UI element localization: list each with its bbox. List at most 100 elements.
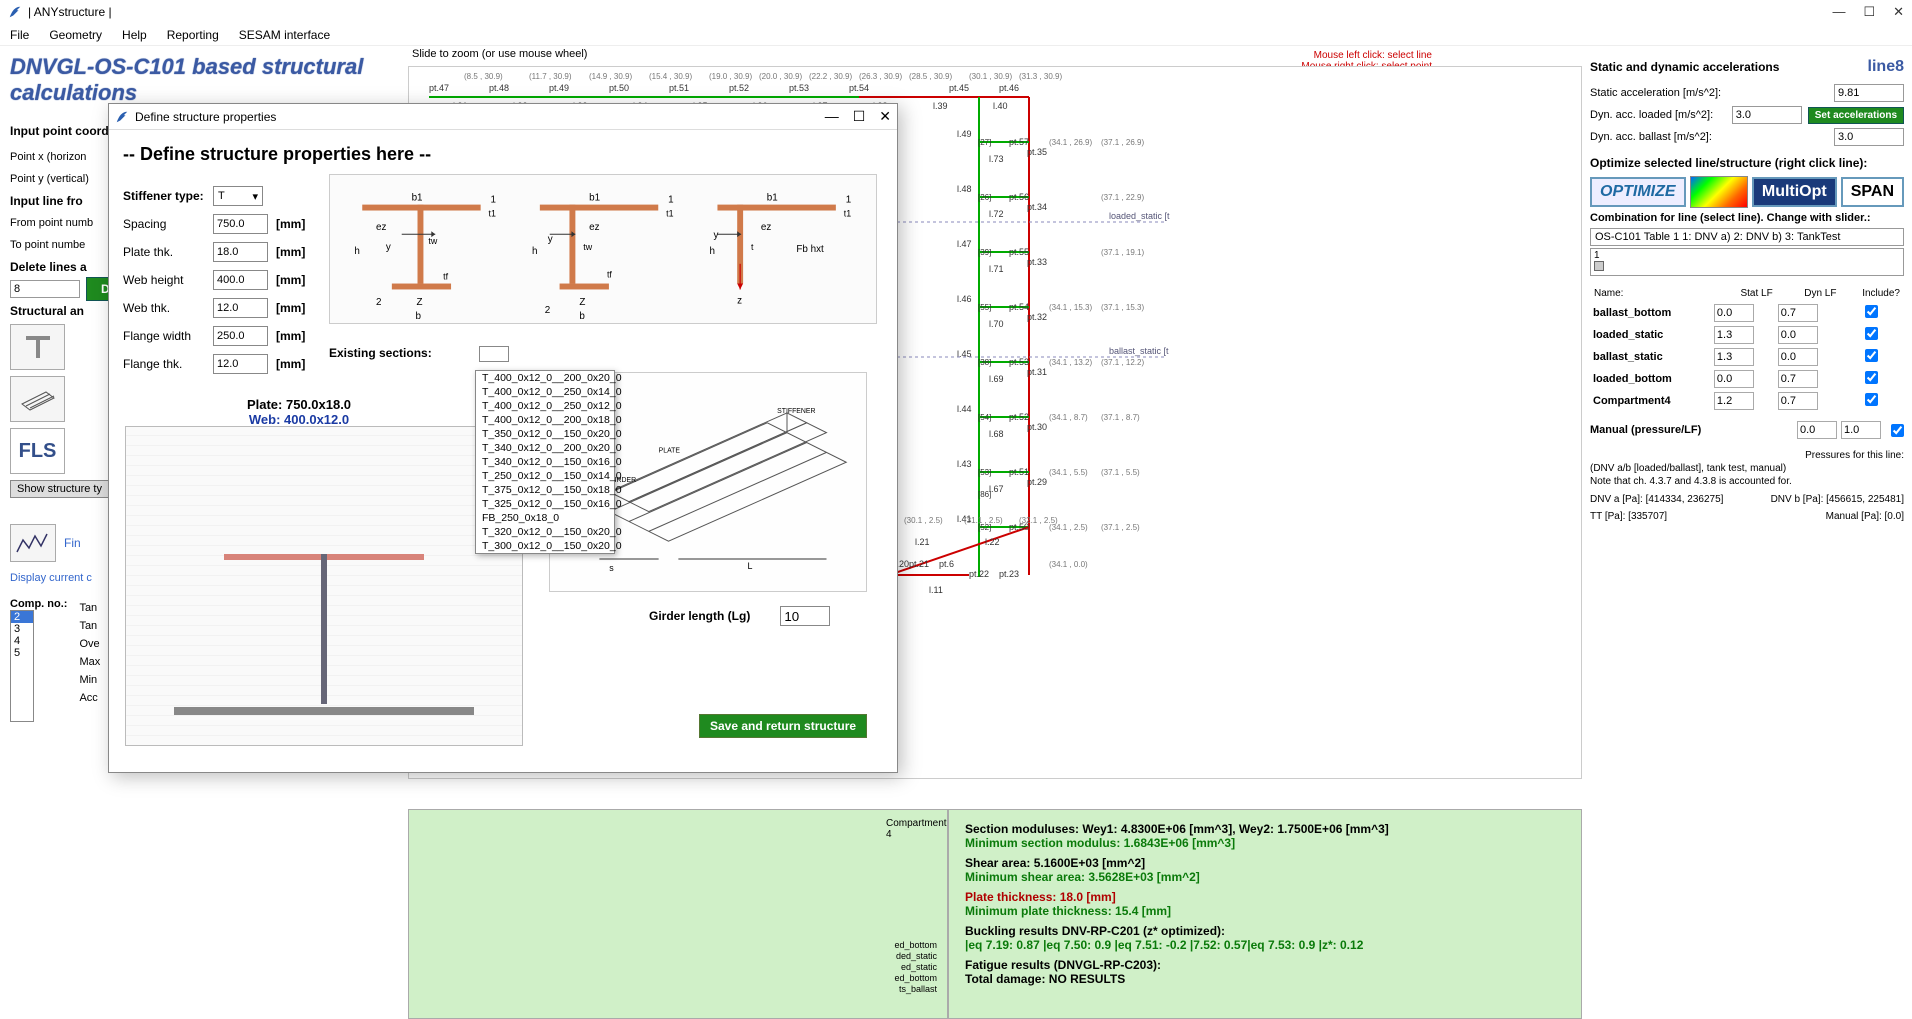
svg-text:y: y — [386, 242, 391, 253]
dialog-maximize-button[interactable]: ☐ — [853, 108, 866, 125]
spacing-input[interactable] — [213, 214, 268, 234]
svg-text:pt.6: pt.6 — [939, 559, 954, 569]
combo-include-cb[interactable] — [1865, 349, 1878, 362]
svg-text:l.69: l.69 — [989, 374, 1004, 384]
svg-text:L: L — [748, 561, 753, 571]
section-option[interactable]: T_400_0x12_0__200_0x20_0 — [476, 371, 614, 385]
combo-stat-input[interactable] — [1714, 304, 1754, 322]
section-option[interactable]: T_340_0x12_0__150_0x16_0 — [476, 455, 614, 469]
combo-dyn-input[interactable] — [1778, 326, 1818, 344]
combo-dyn-input[interactable] — [1778, 392, 1818, 410]
combo-dyn-input[interactable] — [1778, 348, 1818, 366]
combo-row: ballast_static — [1592, 347, 1902, 367]
menu-reporting[interactable]: Reporting — [167, 28, 219, 42]
maximize-button[interactable]: ☐ — [1863, 4, 1875, 20]
svg-text:pt.53: pt.53 — [1009, 357, 1029, 367]
svg-text:pt.48: pt.48 — [489, 83, 509, 93]
section-option[interactable]: T_400_0x12_0__250_0x12_0 — [476, 399, 614, 413]
dialog-minimize-button[interactable]: — — [825, 108, 839, 125]
svg-text:2: 2 — [376, 297, 381, 308]
combo-include-cb[interactable] — [1865, 305, 1878, 318]
save-return-button[interactable]: Save and return structure — [699, 714, 867, 738]
svg-text:l.22: l.22 — [985, 537, 1000, 547]
svg-text:(26.3 , 30.9): (26.3 , 30.9) — [859, 72, 902, 81]
svg-text:(34.1 , 8.7): (34.1 , 8.7) — [1049, 413, 1088, 422]
combo-include-cb[interactable] — [1865, 327, 1878, 340]
menu-file[interactable]: File — [10, 28, 29, 42]
combo-dyn-input[interactable] — [1778, 304, 1818, 322]
manual-stat-input[interactable] — [1797, 421, 1837, 439]
svg-text:(37.1 , 8.7): (37.1 , 8.7) — [1101, 413, 1140, 422]
combo-include-cb[interactable] — [1865, 393, 1878, 406]
existing-sections-select[interactable] — [479, 346, 509, 362]
section-option[interactable]: T_400_0x12_0__200_0x18_0 — [476, 413, 614, 427]
combo-slider-wrap[interactable]: 1 — [1590, 248, 1904, 276]
svg-text:l.44: l.44 — [957, 404, 972, 414]
close-button[interactable]: ✕ — [1893, 4, 1904, 20]
web-thk-input[interactable] — [213, 298, 268, 318]
section-option[interactable]: T_400_0x12_0__250_0x14_0 — [476, 385, 614, 399]
svg-text:1: 1 — [846, 195, 851, 206]
plate-icon-button[interactable] — [10, 376, 65, 422]
svg-text:l.47: l.47 — [957, 239, 972, 249]
combo-stat-input[interactable] — [1714, 348, 1754, 366]
section-option[interactable]: T_320_0x12_0__150_0x20_0 — [476, 525, 614, 539]
multiopt-button[interactable]: MultiOpt — [1752, 177, 1837, 207]
combo-include-cb[interactable] — [1865, 371, 1878, 384]
manual-include-cb[interactable] — [1891, 424, 1904, 437]
combo-stat-input[interactable] — [1714, 326, 1754, 344]
delete-line-input[interactable] — [10, 280, 80, 298]
combo-stat-input[interactable] — [1714, 392, 1754, 410]
existing-sections-dropdown[interactable]: T_400_0x12_0__200_0x20_0T_400_0x12_0__25… — [475, 370, 615, 554]
girder-length-input[interactable] — [780, 606, 830, 626]
section-option[interactable]: T_325_0x12_0__150_0x16_0 — [476, 497, 614, 511]
dyn-ballast-input[interactable] — [1834, 128, 1904, 146]
menu-sesam[interactable]: SESAM interface — [239, 28, 330, 42]
combo-row: loaded_static — [1592, 325, 1902, 345]
svg-text:pt.46: pt.46 — [999, 83, 1019, 93]
static-acc-input[interactable] — [1834, 84, 1904, 102]
set-acc-button[interactable]: Set accelerations — [1808, 107, 1904, 124]
svg-text:pt.22: pt.22 — [969, 569, 989, 579]
stiffener-type-select[interactable]: T▾ — [213, 186, 263, 206]
comp-listbox[interactable]: 2 3 4 5 — [10, 610, 34, 722]
fin-icon[interactable] — [10, 524, 56, 562]
section-option[interactable]: T_375_0x12_0__150_0x18_0 — [476, 483, 614, 497]
span-button[interactable]: SPAN — [1841, 177, 1904, 207]
app-banner: DNVGL-OS-C101 based structural calculati… — [10, 54, 398, 106]
section-option[interactable]: T_340_0x12_0__200_0x20_0 — [476, 441, 614, 455]
show-structure-button[interactable]: Show structure ty — [10, 480, 109, 498]
stiffener-icon-button[interactable] — [10, 324, 65, 370]
top-coords: (8.5 , 30.9) (11.7 , 30.9) (14.9 , 30.9)… — [464, 72, 1062, 81]
svg-text:1: 1 — [668, 195, 673, 206]
section-option[interactable]: T_250_0x12_0__150_0x14_0 — [476, 469, 614, 483]
optimize-button[interactable]: OPTIMIZE — [1590, 177, 1686, 207]
svg-text:pt.21: pt.21 — [909, 559, 929, 569]
menu-help[interactable]: Help — [122, 28, 147, 42]
combo-desc: OS-C101 Table 1 1: DNV a) 2: DNV b) 3: T… — [1590, 228, 1904, 246]
minimize-button[interactable]: — — [1832, 4, 1845, 20]
plate-thk-input[interactable] — [213, 242, 268, 262]
web-height-input[interactable] — [213, 270, 268, 290]
combo-stat-input[interactable] — [1714, 370, 1754, 388]
flange-width-input[interactable] — [213, 326, 268, 346]
fls-button[interactable]: FLS — [10, 428, 65, 474]
combo-table: Name: Stat LF Dyn LF Include? ballast_bo… — [1590, 284, 1904, 413]
flange-thk-input[interactable] — [213, 354, 268, 374]
section-option[interactable]: FB_250_0x18_0 — [476, 511, 614, 525]
svg-text:pt.57: pt.57 — [1009, 137, 1029, 147]
section-option[interactable]: T_300_0x12_0__150_0x20_0 — [476, 539, 614, 553]
combo-dyn-input[interactable] — [1778, 370, 1818, 388]
right-panel: Static and dynamic accelerations line8 S… — [1582, 46, 1912, 1019]
section-option[interactable]: T_350_0x12_0__150_0x20_0 — [476, 427, 614, 441]
svg-text:l.11: l.11 — [929, 585, 943, 595]
menu-geometry[interactable]: Geometry — [49, 28, 102, 42]
comp-header: Comp. no.: — [10, 598, 67, 610]
manual-dyn-input[interactable] — [1841, 421, 1881, 439]
dialog-close-button[interactable]: ✕ — [879, 108, 891, 125]
svg-text:ez: ez — [376, 222, 386, 233]
svg-text:[38]: [38] — [978, 358, 991, 367]
svg-text:(34.1 , 15.3): (34.1 , 15.3) — [1049, 303, 1092, 312]
svg-text:pt.35: pt.35 — [1027, 147, 1047, 157]
dyn-loaded-input[interactable] — [1732, 106, 1802, 124]
